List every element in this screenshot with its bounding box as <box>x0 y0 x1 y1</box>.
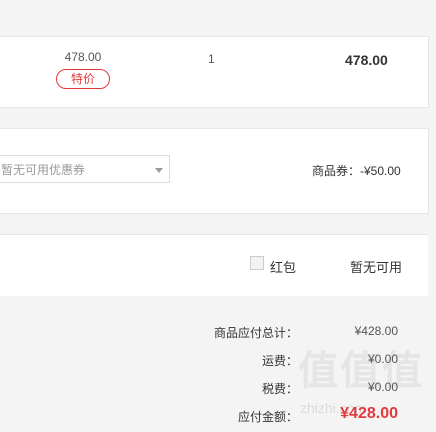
item-subtotal: 478.00 <box>345 52 388 68</box>
red-packet-status: 暂无可用 <box>350 260 403 275</box>
payable-label: 应付金额： <box>237 410 298 424</box>
red-packet-label: 红包 <box>270 260 297 275</box>
special-price-badge: 特价 <box>56 69 110 89</box>
product-coupon-discount: 商品券：-¥50.00 <box>312 164 401 178</box>
item-unit-price: 478.00 <box>64 50 102 64</box>
coupon-select[interactable]: 暂无可用优惠券 <box>0 155 170 183</box>
top-strip <box>0 0 436 36</box>
coupon-select-value: 暂无可用优惠券 <box>1 163 86 177</box>
red-packet-checkbox[interactable] <box>250 256 264 270</box>
goods-total-value: ¥428.00 <box>354 324 398 338</box>
chevron-down-icon <box>155 168 163 173</box>
tax-value: ¥0.00 <box>367 380 398 394</box>
shipping-label: 运费： <box>261 354 298 368</box>
payable-amount: ¥428.00 <box>340 405 398 422</box>
item-quantity: 1 <box>208 52 215 66</box>
goods-total-label: 商品应付总计： <box>213 326 298 340</box>
shipping-value: ¥0.00 <box>367 352 398 366</box>
tax-label: 税费： <box>261 382 298 396</box>
